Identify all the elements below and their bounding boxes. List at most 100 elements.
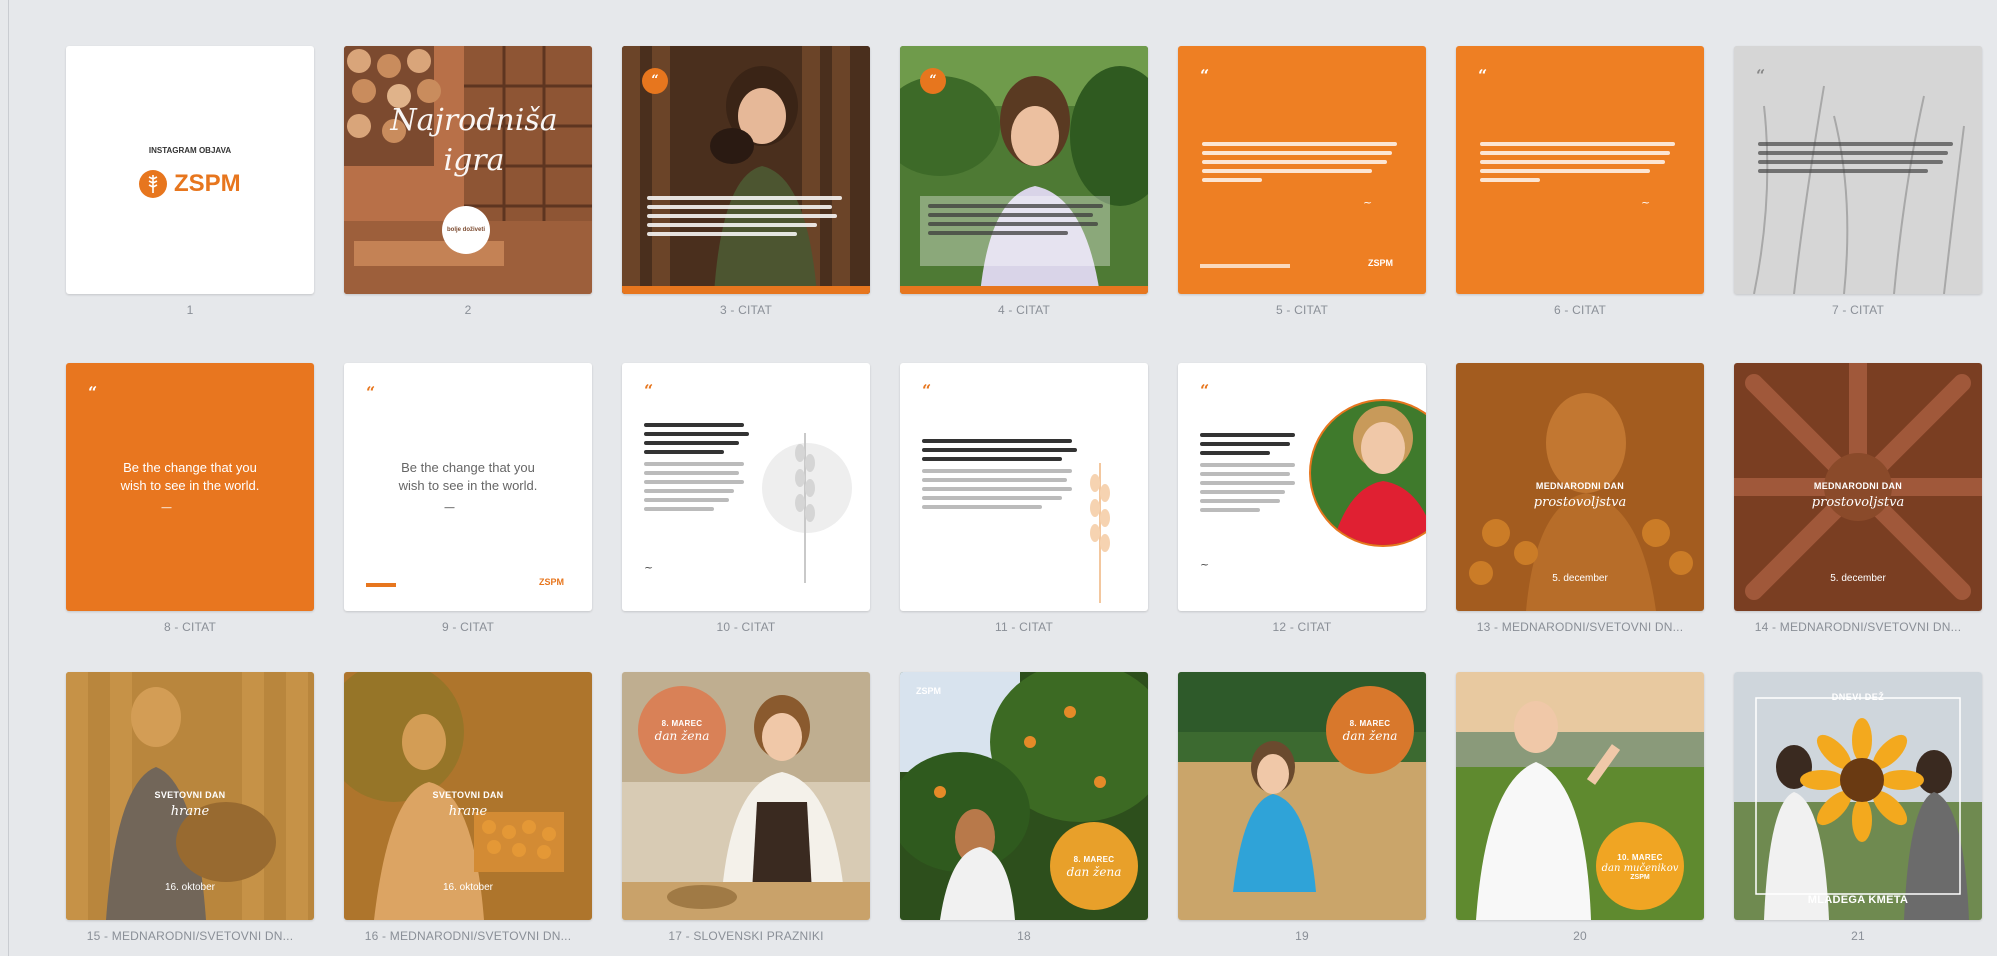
quote-text-lines xyxy=(644,423,754,516)
slide-tile-7[interactable]: “ 7 - CITAT xyxy=(1734,46,1982,322)
quote-text: Be the change that you wish to see in th… xyxy=(120,460,260,493)
sunflower-event-photo xyxy=(1734,672,1982,920)
slide-tile-10[interactable]: “ ~ 10 - CITAT xyxy=(622,363,870,639)
slide-thumbnail[interactable]: DNEVI DEŽ MLADEGA KMETA xyxy=(1734,672,1982,920)
slide-caption: 10 - CITAT xyxy=(716,620,776,634)
slide-tile-18[interactable]: ZSPM 8. MAREC dan žena 18 xyxy=(900,672,1148,948)
slide-thumbnail[interactable]: “ xyxy=(1178,363,1426,611)
slide-caption: 6 - CITAT xyxy=(1553,303,1607,317)
panel-divider xyxy=(8,0,9,956)
quote-icon: “ xyxy=(1478,66,1488,85)
quote-text-lines xyxy=(647,196,847,241)
slide-caption: 1 xyxy=(186,303,194,317)
slide-tile-11[interactable]: “ 11 - CITAT xyxy=(900,363,1148,639)
wheat-icon xyxy=(795,433,815,583)
wheat-logo-icon xyxy=(139,170,167,198)
slide-thumbnail[interactable]: “ Be the change that you wish to see in … xyxy=(66,363,314,611)
signature: ~ xyxy=(1363,196,1373,209)
slide-tile-19[interactable]: 8. MAREC dan žena 19 xyxy=(1178,672,1426,948)
quote-text-lines xyxy=(928,204,1108,240)
slide-caption: 20 xyxy=(1573,929,1587,943)
slide-caption: 4 - CITAT xyxy=(997,303,1051,317)
slide-tile-9[interactable]: “ Be the change that you wish to see in … xyxy=(344,363,592,639)
slide-thumbnail[interactable]: “ xyxy=(900,46,1148,294)
quote-icon: “ xyxy=(366,383,376,402)
quote-text-lines xyxy=(1758,142,1958,178)
slide-thumbnail[interactable]: SVETOVNI DAN hrane 16. oktober xyxy=(66,672,314,920)
accent-bar xyxy=(900,286,1148,294)
slide-tile-15[interactable]: SVETOVNI DAN hrane 16. oktober 15 - MEDN… xyxy=(66,672,314,948)
day-date: 5. december xyxy=(1552,573,1608,584)
slide-caption: 14 - MEDNARODNI/SVETOVNI DN... xyxy=(1754,620,1962,634)
slide-caption: 13 - MEDNARODNI/SVETOVNI DN... xyxy=(1476,620,1684,634)
slide-tile-21[interactable]: DNEVI DEŽ MLADEGA KMETA 21 xyxy=(1734,672,1982,948)
day-script: prostovoljstva xyxy=(1533,495,1627,510)
slide-caption: 3 - CITAT xyxy=(719,303,773,317)
slide-tile-12[interactable]: “ ~ 12 - CITAT xyxy=(1178,363,1426,639)
slide-tile-3[interactable]: “ 3 - CITAT xyxy=(622,46,870,322)
slide-thumbnail[interactable]: “ xyxy=(622,46,870,294)
tile-heading: INSTAGRAM OBJAVA xyxy=(148,146,232,155)
slide-tile-14[interactable]: MEDNARODNI DAN prostovoljstva 5. decembe… xyxy=(1734,363,1982,639)
quote-text-lines xyxy=(1480,142,1680,187)
day-title: SVETOVNI DAN xyxy=(154,790,226,800)
logo-text: ZSPM xyxy=(174,170,241,197)
slide-tile-5[interactable]: “ ~ ZSPM 5 - CITAT xyxy=(1178,46,1426,322)
wheat-icon xyxy=(1090,463,1110,603)
slide-caption: 7 - CITAT xyxy=(1831,303,1885,317)
slide-thumbnail[interactable]: “ ~ xyxy=(1456,46,1704,294)
day-title: MEDNARODNI DAN xyxy=(1813,481,1903,491)
brand-mark: ZSPM xyxy=(539,577,565,587)
quote-icon: “ xyxy=(1200,66,1210,85)
slide-caption: 17 - SLOVENSKI PRAZNIKI xyxy=(668,929,824,943)
slide-tile-13[interactable]: MEDNARODNI DAN prostovoljstva 5. decembe… xyxy=(1456,363,1704,639)
slide-thumbnail[interactable]: 8. MAREC dan žena xyxy=(622,672,870,920)
slide-tile-16[interactable]: SVETOVNI DAN hrane 16. oktober 16 - MEDN… xyxy=(344,672,592,948)
slide-thumbnail[interactable]: “ ~ xyxy=(622,363,870,611)
slide-thumbnail[interactable]: “ xyxy=(1734,46,1982,294)
footer-line xyxy=(366,583,396,587)
signature: ~ xyxy=(1200,558,1210,571)
slide-tile-4[interactable]: “ 4 - CITAT xyxy=(900,46,1148,322)
slide-thumbnail[interactable]: MEDNARODNI DAN prostovoljstva 5. decembe… xyxy=(1734,363,1982,611)
slide-thumbnail[interactable]: “ ~ ZSPM xyxy=(1178,46,1426,294)
slide-thumbnail[interactable]: 10. MAREC dan mučenikov ZSPM xyxy=(1456,672,1704,920)
slide-caption: 19 xyxy=(1295,929,1309,943)
holiday-badge: 8. MAREC dan žena xyxy=(1050,822,1138,910)
slide-thumbnail[interactable]: “ xyxy=(900,363,1148,611)
slide-tile-6[interactable]: “ ~ 6 - CITAT xyxy=(1456,46,1704,322)
slide-tile-17[interactable]: 8. MAREC dan žena 17 - SLOVENSKI PRAZNIK… xyxy=(622,672,870,948)
quote-icon: “ xyxy=(922,381,932,400)
slide-caption: 12 - CITAT xyxy=(1272,620,1332,634)
signature: — xyxy=(444,501,455,514)
quote-icon: “ xyxy=(1200,381,1210,400)
event-top-text: DNEVI DEŽ xyxy=(1831,692,1885,702)
slide-tile-1[interactable]: INSTAGRAM OBJAVA ZSPM 1 xyxy=(66,46,314,322)
slide-thumbnail[interactable]: SVETOVNI DAN hrane 16. oktober xyxy=(344,672,592,920)
slide-caption: 5 - CITAT xyxy=(1275,303,1329,317)
slide-tile-20[interactable]: 10. MAREC dan mučenikov ZSPM 20 xyxy=(1456,672,1704,948)
quote-icon: “ xyxy=(88,383,98,402)
day-script: hrane xyxy=(448,804,488,819)
brand-mark: ZSPM xyxy=(916,686,942,696)
slide-thumbnail[interactable]: INSTAGRAM OBJAVA ZSPM xyxy=(66,46,314,294)
quote-icon: “ xyxy=(644,381,654,400)
slide-thumbnail[interactable]: “ Be the change that you wish to see in … xyxy=(344,363,592,611)
day-date: 16. oktober xyxy=(164,882,216,893)
slide-caption: 8 - CITAT xyxy=(163,620,217,634)
day-script: prostovoljstva xyxy=(1811,495,1905,510)
slide-thumbnail[interactable]: Najrodniša igra bolje doživeti xyxy=(344,46,592,294)
quote-text-lines xyxy=(1202,142,1402,187)
holiday-badge: 10. MAREC dan mučenikov ZSPM xyxy=(1596,822,1684,910)
slide-caption: 18 xyxy=(1017,929,1031,943)
slide-caption: 21 xyxy=(1851,929,1865,943)
quote-icon: “ xyxy=(642,68,668,94)
signature: ~ xyxy=(1641,196,1651,209)
slide-tile-2[interactable]: Najrodniša igra bolje doživeti 2 xyxy=(344,46,592,322)
slide-thumbnail[interactable]: 8. MAREC dan žena xyxy=(1178,672,1426,920)
signature: ~ xyxy=(644,561,654,574)
slide-thumbnail[interactable]: MEDNARODNI DAN prostovoljstva 5. decembe… xyxy=(1456,363,1704,611)
slide-tile-8[interactable]: “ Be the change that you wish to see in … xyxy=(66,363,314,639)
slide-thumbnail[interactable]: ZSPM 8. MAREC dan žena xyxy=(900,672,1148,920)
brand-badge: bolje doživeti xyxy=(442,206,490,254)
